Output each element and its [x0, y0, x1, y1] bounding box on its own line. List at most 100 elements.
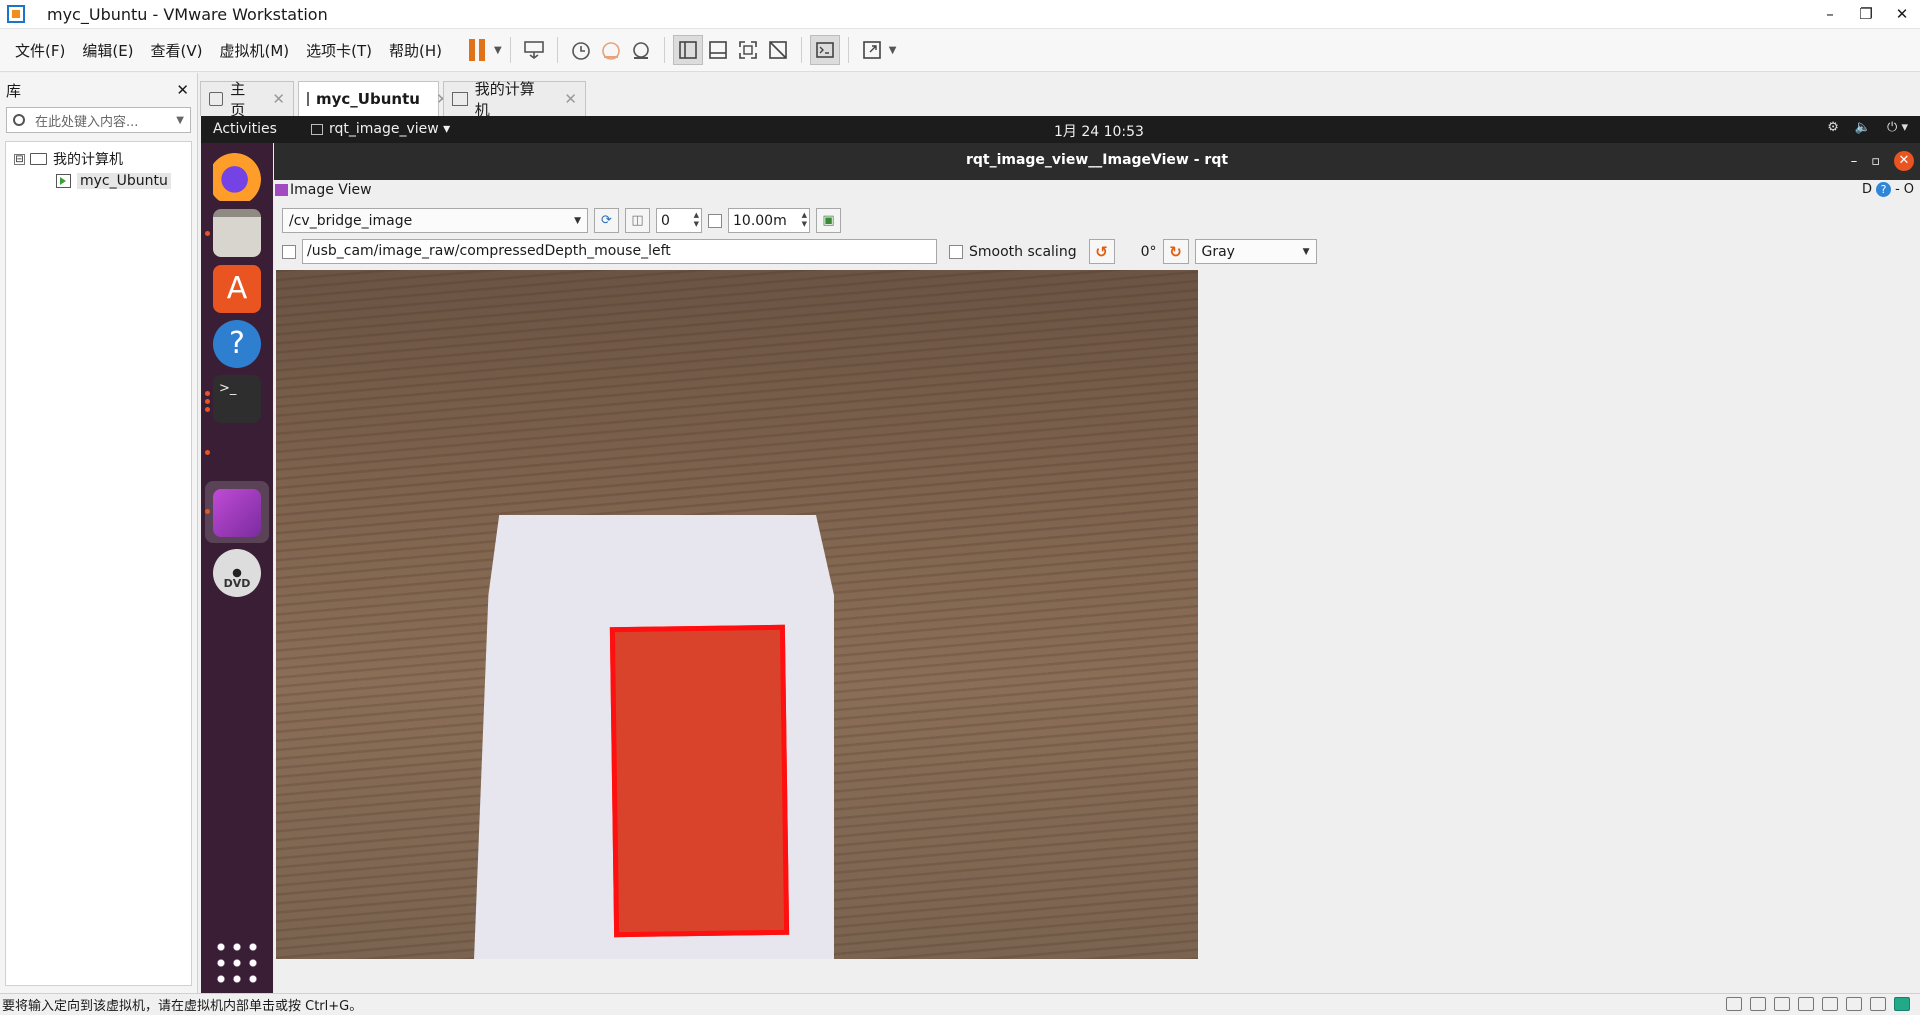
full-screen-button[interactable] [733, 35, 763, 65]
save-image-button[interactable]: ▣ [816, 208, 841, 233]
tree-item-label: 我的计算机 [53, 152, 123, 168]
minimize-plugin-button[interactable]: - [1895, 182, 1900, 197]
max-range-checkbox[interactable] [708, 213, 722, 228]
tab-close-button[interactable]: ✕ [564, 90, 577, 108]
software-icon[interactable]: A [213, 265, 261, 313]
library-panel: 库 ✕ 在此处键入内容... ▼ ⊟ 我的计算机 myc_Ubuntu [0, 73, 198, 995]
menu-file[interactable]: 文件(F) [13, 37, 67, 64]
menu-edit[interactable]: 编辑(E) [80, 37, 135, 64]
frame-spinbox[interactable]: 0 ▲ ▼ [656, 208, 702, 233]
volume-icon: 🔈 [1854, 120, 1872, 135]
ubuntu-dock: A ? >_ DVD [201, 143, 273, 993]
message-log-icon[interactable] [1894, 997, 1910, 1011]
device-status-icons [1726, 997, 1910, 1011]
app-menu[interactable]: rqt_image_view ▾ [311, 121, 450, 137]
cd-rom-icon[interactable] [1750, 997, 1766, 1011]
unity-button[interactable] [763, 35, 793, 65]
pause-dropdown-icon[interactable]: ▼ [494, 45, 502, 56]
thumbnail-view-button[interactable] [703, 35, 733, 65]
menu-vm[interactable]: 虚拟机(M) [218, 37, 292, 64]
menubar: 文件(F) 编辑(E) 查看(V) 虚拟机(M) 选项卡(T) 帮助(H) ▼ … [0, 29, 1920, 72]
library-view-button[interactable] [672, 35, 703, 65]
display-icon[interactable] [1870, 997, 1886, 1011]
close-plugin-button[interactable]: O [1904, 182, 1914, 197]
tab-home[interactable]: 主页 ✕ [200, 80, 294, 119]
collapse-icon[interactable]: ⊟ [14, 153, 25, 165]
rotate-left-button[interactable]: ↺ [1088, 239, 1115, 264]
firefox-icon[interactable] [213, 153, 261, 201]
rotate-right-button[interactable]: ↻ [1162, 239, 1189, 264]
files-icon[interactable] [213, 209, 261, 257]
smooth-scaling-checkbox[interactable] [949, 244, 963, 259]
plugin-header: Image View D ? - O [274, 180, 1920, 202]
library-search-input[interactable]: 在此处键入内容... ▼ [6, 107, 191, 133]
vm-icon [307, 92, 309, 106]
tab-myc-ubuntu[interactable]: myc_Ubuntu ✕ [298, 81, 449, 116]
hard-disk-icon[interactable] [1726, 997, 1742, 1011]
system-tray[interactable]: ⚙ 🔈 ⏻ ▾ [1827, 120, 1908, 135]
library-header: 库 ✕ [0, 73, 197, 107]
menu-tabs[interactable]: 选项卡(T) [304, 37, 374, 64]
network-adapter-icon[interactable] [1774, 997, 1790, 1011]
close-button[interactable]: ✕ [1884, 0, 1920, 29]
running-indicator [205, 231, 210, 236]
restore-button[interactable]: ❐ [1848, 0, 1884, 29]
tab-close-button[interactable]: ✕ [272, 90, 285, 108]
minimize-button[interactable]: – [1812, 0, 1848, 29]
stretch-dropdown-icon[interactable]: ▼ [889, 45, 897, 56]
camera-icon[interactable] [1846, 997, 1862, 1011]
revert-snapshot-button[interactable] [596, 35, 626, 65]
tab-label: myc_Ubuntu [316, 90, 420, 108]
clock[interactable]: 1月 24 10:53 [1054, 121, 1144, 141]
image-viewer-icon[interactable] [213, 489, 261, 537]
library-close-button[interactable]: ✕ [176, 81, 189, 99]
usb-icon[interactable] [1798, 997, 1814, 1011]
mouse-toolbar: /usb_cam/image_raw/compressedDepth_mouse… [282, 239, 1317, 264]
show-apps-icon[interactable] [213, 939, 261, 987]
menu-view[interactable]: 查看(V) [149, 37, 205, 64]
topic-select[interactable]: /cv_bridge_image ▼ [282, 208, 588, 233]
dvd-icon[interactable]: DVD [213, 549, 261, 597]
tree-item-myc-ubuntu[interactable]: myc_Ubuntu [6, 170, 191, 192]
rqt-close-button[interactable]: ✕ [1894, 151, 1914, 171]
tree-item-label: myc_Ubuntu [77, 173, 171, 189]
rotate-right-icon: ↻ [1169, 242, 1182, 261]
vm-running-icon [56, 174, 71, 188]
console-view-button[interactable] [809, 35, 840, 65]
tab-label: 我的计算机 [474, 80, 535, 119]
terminal-icon[interactable]: >_ [213, 375, 261, 423]
camera-image[interactable] [276, 270, 1198, 959]
max-range-spinbox[interactable]: 10.00m ▲ ▼ [728, 208, 810, 233]
spin-arrows-icon[interactable]: ▲ ▼ [694, 211, 699, 229]
help-icon[interactable]: ? [1876, 182, 1892, 197]
pause-button[interactable] [462, 35, 492, 65]
smooth-scaling-label: Smooth scaling [969, 243, 1077, 260]
dock-plugin-button[interactable]: D [1862, 182, 1872, 197]
rqt-minimize-button[interactable]: – [1851, 154, 1858, 169]
ubuntu-top-bar: Activities rqt_image_view ▾ 1月 24 10:53 … [201, 116, 1920, 143]
snapshot-button[interactable] [566, 35, 596, 65]
rqt-maximize-button[interactable]: ▫ [1871, 154, 1880, 169]
menu-help[interactable]: 帮助(H) [387, 37, 444, 64]
snapshot-manager-button[interactable] [626, 35, 656, 65]
color-scheme-select[interactable]: Gray ▼ [1194, 239, 1317, 264]
mouse-topic-input[interactable]: /usb_cam/image_raw/compressedDepth_mouse… [302, 239, 937, 264]
chevron-down-icon: ▼ [1302, 246, 1310, 257]
publish-click-checkbox[interactable] [282, 244, 296, 259]
stretch-button[interactable] [857, 35, 887, 65]
help-icon[interactable]: ? [213, 320, 261, 368]
tree-item-my-computer[interactable]: ⊟ 我的计算机 [6, 148, 191, 170]
tab-my-computer[interactable]: 我的计算机 ✕ [443, 80, 586, 119]
send-ctrl-alt-del-icon [523, 41, 544, 59]
activities-button[interactable]: Activities [213, 121, 277, 137]
guest-screen[interactable]: Activities rqt_image_view ▾ 1月 24 10:53 … [201, 116, 1920, 993]
sound-icon[interactable] [1822, 997, 1838, 1011]
full-screen-icon [738, 41, 757, 59]
refresh-topics-button[interactable]: ⟳ [594, 208, 619, 233]
zoom-reset-button[interactable]: ◫ [625, 208, 650, 233]
search-dropdown-icon[interactable]: ▼ [176, 115, 184, 126]
spin-arrows-icon[interactable]: ▲ ▼ [802, 211, 807, 229]
window-title: myc_Ubuntu - VMware Workstation [47, 4, 328, 24]
menu-list: 文件(F) 编辑(E) 查看(V) 虚拟机(M) 选项卡(T) 帮助(H) [13, 37, 444, 64]
send-ctrl-alt-del-button[interactable] [519, 35, 549, 65]
